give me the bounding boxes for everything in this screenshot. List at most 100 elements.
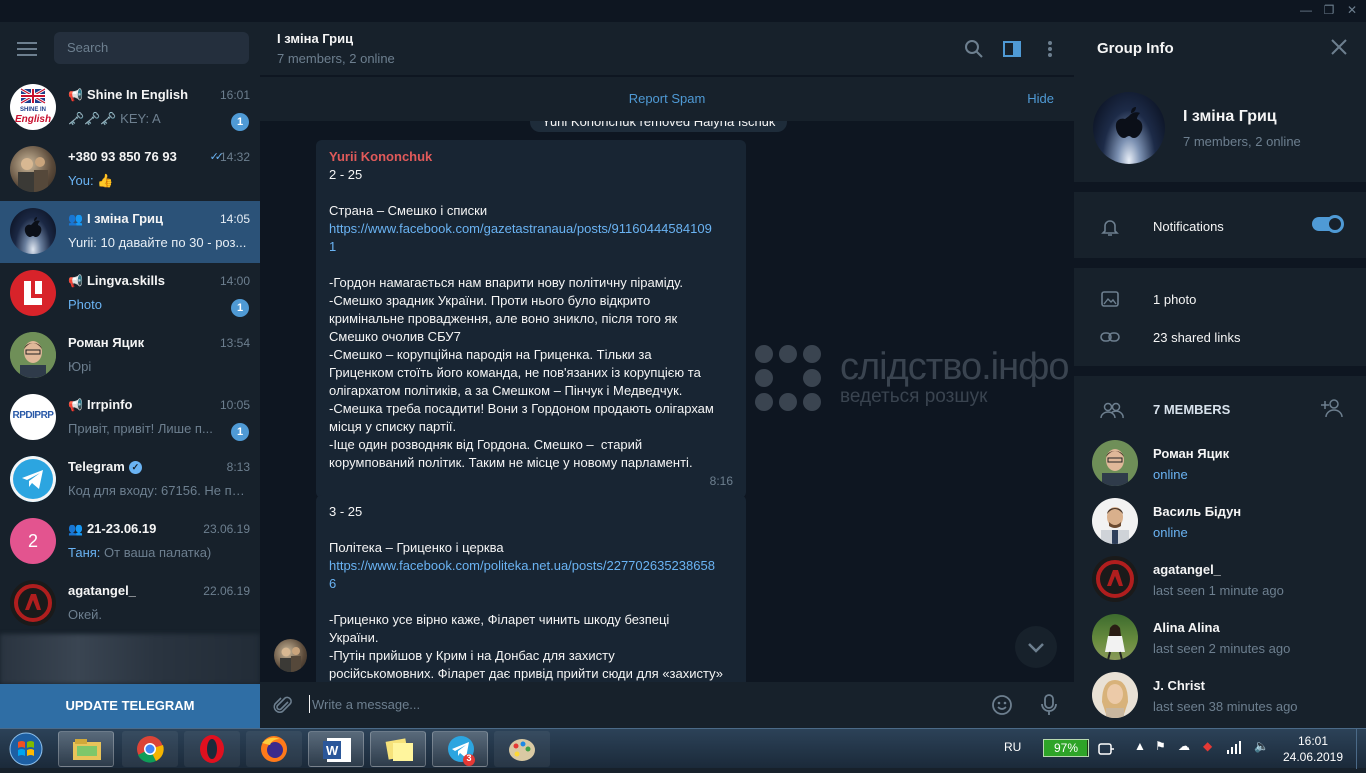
chrome-taskbar-icon[interactable] — [122, 731, 178, 767]
explorer-taskbar-icon[interactable] — [58, 731, 114, 767]
chat-item-i-zmina-hryts[interactable]: 👥 І зміна Гриц 14:05 Yurii: 10 давайте по… — [0, 201, 260, 263]
paint-taskbar-icon[interactable] — [494, 731, 550, 767]
member-item[interactable]: Роман Яцик online — [1074, 438, 1366, 496]
message-line: України. — [329, 630, 379, 645]
notifications-toggle[interactable] — [1312, 215, 1344, 233]
sender-avatar[interactable] — [274, 639, 307, 672]
shared-links-link[interactable]: 23 shared links — [1153, 330, 1240, 345]
attach-icon[interactable] — [272, 694, 294, 716]
telegram-window: — ❐ ✕ Search SHINE IN English 📢 Shine In… — [0, 0, 1366, 728]
hamburger-menu-icon[interactable] — [17, 42, 37, 56]
avatar: SHINE IN English — [10, 84, 56, 130]
message-input[interactable]: Write a message... — [312, 697, 420, 712]
cloud-sync-icon[interactable]: ☁ — [1178, 739, 1190, 753]
message-link[interactable]: https://www.facebook.com/politeka.net.ua… — [329, 557, 733, 575]
system-clock[interactable]: 16:01 24.06.2019 — [1280, 733, 1346, 765]
scroll-down-button[interactable] — [1015, 626, 1057, 668]
group-avatar[interactable] — [1093, 92, 1165, 164]
chat-time: 16:01 — [219, 88, 250, 102]
power-plug-icon[interactable] — [1097, 741, 1115, 757]
update-telegram-button[interactable]: UPDATE TELEGRAM — [0, 684, 260, 728]
opera-taskbar-icon[interactable] — [184, 731, 240, 767]
chat-item-shine-in-english[interactable]: SHINE IN English 📢 Shine In English 16:01… — [0, 77, 260, 139]
member-status: last seen 38 minutes ago — [1153, 699, 1298, 714]
avatar — [10, 580, 56, 626]
telegram-unread-count: 3 — [466, 753, 472, 763]
restore-icon[interactable]: ❐ — [1319, 2, 1339, 18]
battery-indicator[interactable]: 97% — [1043, 739, 1089, 757]
member-status: last seen 1 minute ago — [1153, 583, 1284, 598]
chat-name: 📢 Irrpinfo — [68, 397, 133, 412]
show-hidden-icons[interactable]: ▲ — [1134, 739, 1146, 753]
chat-header: І зміна Гриц 7 members, 2 online — [260, 22, 1074, 76]
member-item[interactable]: agatangel_ last seen 1 minute ago — [1074, 554, 1366, 612]
member-name: Роман Яцик — [1153, 446, 1230, 461]
message-bubble[interactable]: Yurii Kononchuk 2 - 25 Страна – Смешко і … — [316, 140, 746, 498]
chat-item-lingva-skills[interactable]: 📢 Lingva.skills 14:00 Photo 1 — [0, 263, 260, 325]
channel-icon: 📢 — [68, 398, 83, 412]
search-input[interactable]: Search — [54, 32, 249, 64]
hide-button[interactable]: Hide — [1027, 91, 1054, 106]
chat-item-irrpinfo[interactable]: RPDIPRP 📢 Irrpinfo 10:05 Привіт, привіт! … — [0, 387, 260, 449]
chat-title[interactable]: І зміна Гриц — [277, 31, 353, 46]
emoji-icon[interactable] — [991, 694, 1013, 716]
message-sender[interactable]: Yurii Kononchuk — [329, 148, 733, 166]
report-spam-button[interactable]: Report Spam — [260, 91, 1074, 106]
firefox-taskbar-icon[interactable] — [246, 731, 302, 767]
action-center-flag-icon[interactable]: ⚑ — [1155, 739, 1166, 753]
shared-media-section — [1074, 268, 1366, 366]
avatar: RPDIPRP — [10, 394, 56, 440]
volume-icon[interactable]: 🔈 — [1254, 739, 1269, 753]
shared-photos-link[interactable]: 1 photo — [1153, 292, 1196, 307]
start-button[interactable] — [6, 730, 46, 768]
member-item[interactable]: Василь Бідун online — [1074, 496, 1366, 554]
language-indicator[interactable]: RU — [1004, 740, 1021, 754]
message-line: російськомовних. Філарет дає привід прий… — [329, 666, 723, 681]
message-link[interactable]: 1 — [329, 238, 733, 256]
message-line: Політека – Гриценко і церква — [329, 540, 504, 555]
member-item[interactable]: Alina Alina last seen 2 minutes ago — [1074, 612, 1366, 670]
member-status: last seen 2 minutes ago — [1153, 641, 1291, 656]
message-line: -Гордон намагається нам впарити нову пол… — [329, 275, 683, 290]
member-item[interactable]: J. Christ last seen 38 minutes ago — [1074, 670, 1366, 728]
close-window-icon[interactable]: ✕ — [1342, 2, 1362, 18]
chat-name: Роман Яцик — [68, 335, 145, 350]
chat-time: 14:00 — [219, 274, 250, 288]
telegram-taskbar-icon[interactable]: 3 — [432, 731, 488, 767]
message-link[interactable]: https://www.facebook.com/gazetastranaua/… — [329, 220, 733, 238]
signal-strength-icon[interactable] — [1226, 739, 1242, 755]
close-icon[interactable] — [1330, 38, 1348, 56]
group-info-header: Group Info І зміна Гриц 7 members, 2 onl… — [1074, 22, 1366, 182]
avatar-text: SHINE IN — [19, 107, 46, 113]
blurred-chat-item[interactable] — [0, 634, 260, 684]
security-alert-icon[interactable]: ◆ — [1203, 739, 1212, 753]
sticky-notes-taskbar-icon[interactable] — [370, 731, 426, 767]
chat-item-21-23-06-19[interactable]: 2 👥 21-23.06.19 23.06.19 Таня: От ваша па… — [0, 511, 260, 573]
microphone-icon[interactable] — [1038, 693, 1060, 717]
search-icon[interactable] — [963, 38, 985, 60]
notifications-label: Notifications — [1153, 219, 1224, 234]
chat-item-agatangel[interactable]: agatangel_ 22.06.19 Окей. — [0, 573, 260, 635]
sidebar-toggle-icon[interactable] — [1001, 38, 1023, 60]
chat-preview: Привіт, привіт! Лише п... — [68, 421, 213, 436]
avatar — [1092, 614, 1138, 660]
chat-preview: Юрі — [68, 359, 92, 374]
channel-icon: 📢 — [68, 274, 83, 288]
avatar-text: RPDIPRP — [12, 410, 54, 421]
chat-name: 👥 21-23.06.19 — [68, 521, 157, 536]
members-count: 7 MEMBERS — [1153, 402, 1231, 417]
chat-time: 8:13 — [226, 460, 250, 474]
word-taskbar-icon[interactable]: W — [308, 731, 364, 767]
chat-item-telegram[interactable]: Telegram ✓ 8:13 Код для входу: 67156. Не … — [0, 449, 260, 511]
message-bubble[interactable]: 3 - 25 Політека – Гриценко і церква https:… — [316, 495, 746, 682]
chat-preview: Photo — [68, 297, 102, 312]
minimize-icon[interactable]: — — [1296, 2, 1316, 18]
show-desktop-button[interactable] — [1356, 729, 1366, 769]
chat-item-phone-contact[interactable]: +380 93 850 76 93 ✓✓ 14:32 You: 👍 — [0, 139, 260, 201]
avatar-letter: 2 — [27, 531, 38, 551]
chat-item-roman-yatsyk[interactable]: Роман Яцик 13:54 Юрі — [0, 325, 260, 387]
more-options-icon[interactable] — [1039, 38, 1061, 60]
add-member-icon[interactable] — [1320, 397, 1344, 419]
chat-subtitle: 7 members, 2 online — [277, 51, 395, 66]
message-link[interactable]: 6 — [329, 575, 733, 593]
